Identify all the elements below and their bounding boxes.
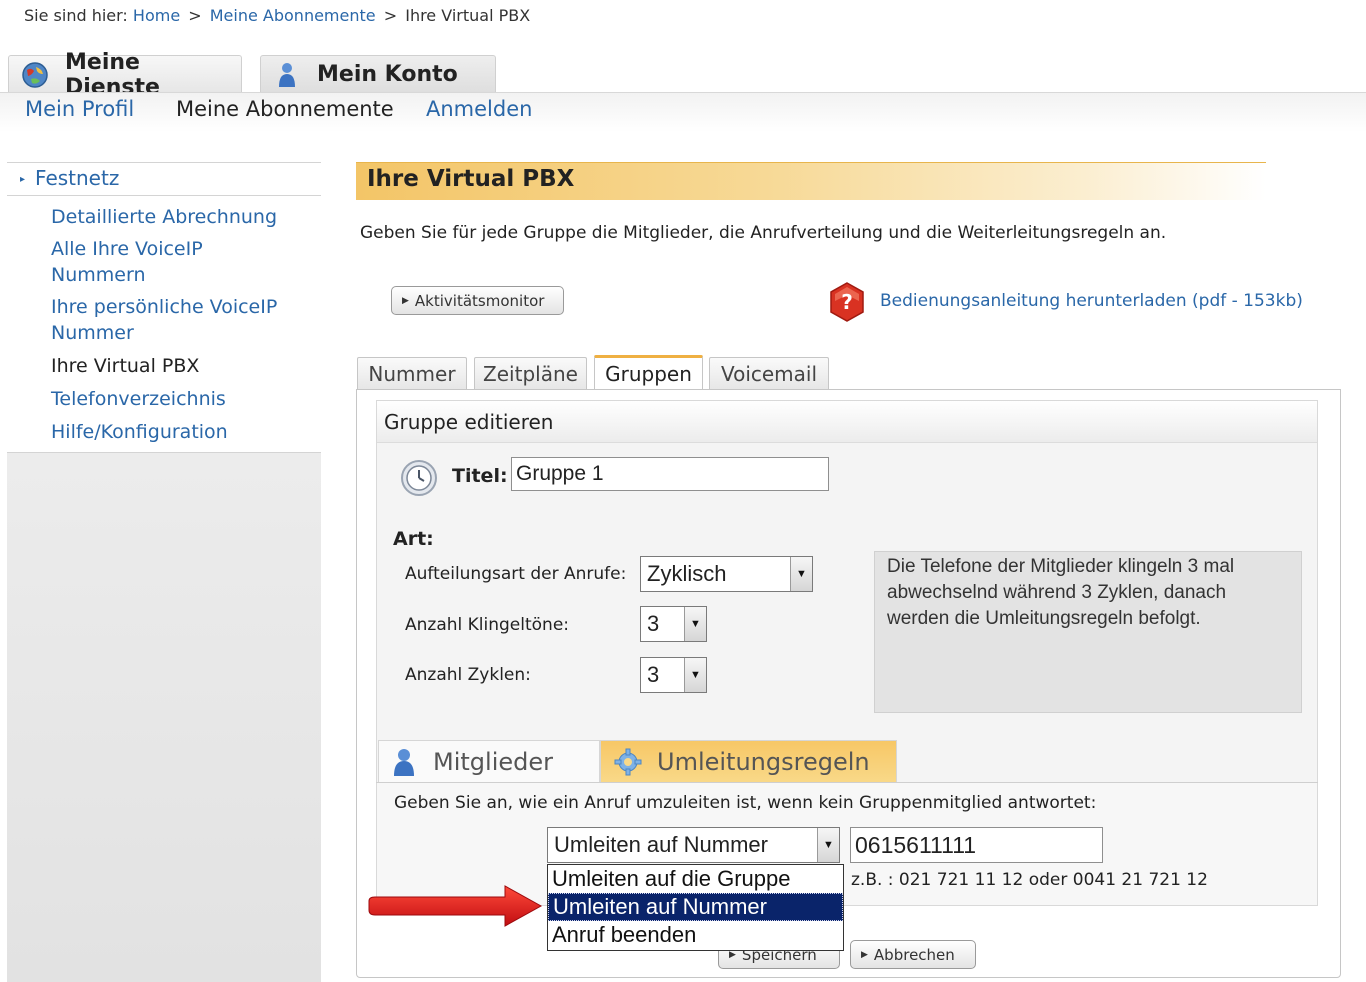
distribution-info-box: Die Telefone der Mitglieder klingeln 3 m… <box>874 551 1302 713</box>
group-edit-heading: Gruppe editieren <box>384 410 554 434</box>
triangle-right-icon: ▶ <box>729 949 736 960</box>
bullet-icon: ▸ <box>20 174 26 185</box>
cancel-button-label: Abbrechen <box>873 945 955 964</box>
triangle-right-icon: ▶ <box>861 949 868 960</box>
redirect-options-list: Umleiten auf die Gruppe Umleiten auf Num… <box>547 864 844 951</box>
tab-mein-konto[interactable]: Mein Konto <box>260 55 496 93</box>
sidebar-divider <box>7 162 321 163</box>
redirect-number-input[interactable]: 0615611111 <box>850 827 1103 863</box>
subtab-mitglieder-label: Mitglieder <box>433 748 553 776</box>
chevron-down-icon[interactable]: ▼ <box>684 658 706 692</box>
activity-monitor-button[interactable]: ▶ Aktivitätsmonitor <box>391 286 564 315</box>
subnav-anmelden[interactable]: Anmelden <box>426 97 532 121</box>
subnav-meine-abonnemente[interactable]: Meine Abonnemente <box>176 97 394 121</box>
user-icon <box>389 747 419 777</box>
redirect-select-value: Umleiten auf Nummer <box>554 832 768 857</box>
sidebar-item-alle-voiceip-nummern[interactable]: Alle Ihre VoiceIP Nummern <box>51 236 251 288</box>
sidebar-section-festnetz[interactable]: ▸ Festnetz <box>20 166 119 190</box>
sidebar-divider <box>7 452 321 453</box>
redirect-intro: Geben Sie an, wie ein Anruf umzuleiten i… <box>394 793 1097 813</box>
gear-icon <box>613 747 643 777</box>
subtab-mitglieder[interactable]: Mitglieder <box>378 740 600 783</box>
page-intro: Geben Sie für jede Gruppe die Mitglieder… <box>360 223 1167 243</box>
option-umleiten-auf-gruppe[interactable]: Umleiten auf die Gruppe <box>548 865 843 893</box>
tab-gruppen[interactable]: Gruppen <box>594 355 703 390</box>
user-icon <box>273 61 301 89</box>
distribution-select[interactable]: Zyklisch ▼ <box>640 556 813 592</box>
breadcrumb-separator: > <box>188 6 202 25</box>
cycles-select-value: 3 <box>647 662 660 687</box>
breadcrumb-abonnemente-link[interactable]: Meine Abonnemente <box>210 6 376 25</box>
redirect-select[interactable]: Umleiten auf Nummer ▼ <box>547 827 840 863</box>
sidebar-item-persoenliche-voiceip-nummer[interactable]: Ihre persönliche VoiceIP Nummer <box>51 294 301 346</box>
clock-icon <box>400 459 438 497</box>
sidebar-item-telefonverzeichnis[interactable]: Telefonverzeichnis <box>51 386 311 412</box>
breadcrumb-prefix: Sie sind hier: <box>24 6 128 25</box>
help-icon[interactable]: ? <box>826 281 868 323</box>
sidebar-item-hilfe-konfiguration[interactable]: Hilfe/Konfiguration <box>51 419 311 445</box>
option-anruf-beenden[interactable]: Anruf beenden <box>548 921 843 949</box>
cycles-select[interactable]: 3 ▼ <box>640 657 707 693</box>
distribution-label: Aufteilungsart der Anrufe: <box>405 564 627 584</box>
breadcrumb-current: Ihre Virtual PBX <box>405 6 531 25</box>
rings-select-value: 3 <box>647 611 660 636</box>
globe-icon <box>21 61 49 89</box>
sidebar-item-detaillierte-abrechnung[interactable]: Detaillierte Abrechnung <box>51 204 311 230</box>
tab-meine-dienste[interactable]: Meine Dienste <box>8 50 242 100</box>
breadcrumb-separator: > <box>383 6 398 25</box>
title-input[interactable]: Gruppe 1 <box>511 457 829 491</box>
sidebar-section-label: Festnetz <box>35 166 120 190</box>
tab-mein-konto-label: Mein Konto <box>317 62 458 87</box>
chevron-down-icon[interactable]: ▼ <box>817 828 839 862</box>
chevron-down-icon[interactable]: ▼ <box>790 557 812 591</box>
distribution-select-value: Zyklisch <box>647 561 727 586</box>
triangle-right-icon: ▶ <box>402 295 409 306</box>
cycles-label: Anzahl Zyklen: <box>405 665 531 685</box>
svg-text:?: ? <box>841 290 853 314</box>
subtab-umleitungsregeln-label: Umleitungsregeln <box>657 748 870 776</box>
option-umleiten-auf-nummer[interactable]: Umleiten auf Nummer <box>548 893 843 921</box>
breadcrumb-home-link[interactable]: Home <box>133 6 180 25</box>
number-example-hint: z.B. : 021 721 11 12 oder 0041 21 721 12 <box>851 870 1208 890</box>
page-title: Ihre Virtual PBX <box>367 166 575 192</box>
tab-voicemail[interactable]: Voicemail <box>709 357 829 390</box>
tab-nummer[interactable]: Nummer <box>357 357 467 390</box>
cancel-button[interactable]: ▶ Abbrechen <box>850 940 976 969</box>
subtab-umleitungsregeln[interactable]: Umleitungsregeln <box>600 740 897 783</box>
tab-zeitplaene[interactable]: Zeitpläne <box>474 357 587 390</box>
breadcrumb: Sie sind hier: Home > Meine Abonnemente … <box>24 6 530 25</box>
art-label: Art: <box>393 528 434 550</box>
rings-label: Anzahl Klingeltöne: <box>405 615 570 635</box>
manual-download-link[interactable]: Bedienungsanleitung herunterladen (pdf -… <box>880 291 1303 311</box>
red-arrow-icon <box>365 883 545 929</box>
title-label: Titel: <box>452 465 508 487</box>
subnav-mein-profil[interactable]: Mein Profil <box>25 97 134 121</box>
rings-select[interactable]: 3 ▼ <box>640 606 707 642</box>
activity-monitor-label: Aktivitätsmonitor <box>414 291 545 310</box>
sidebar-item-virtual-pbx[interactable]: Ihre Virtual PBX <box>51 353 311 379</box>
chevron-down-icon[interactable]: ▼ <box>684 607 706 641</box>
sidebar-divider <box>7 195 321 196</box>
